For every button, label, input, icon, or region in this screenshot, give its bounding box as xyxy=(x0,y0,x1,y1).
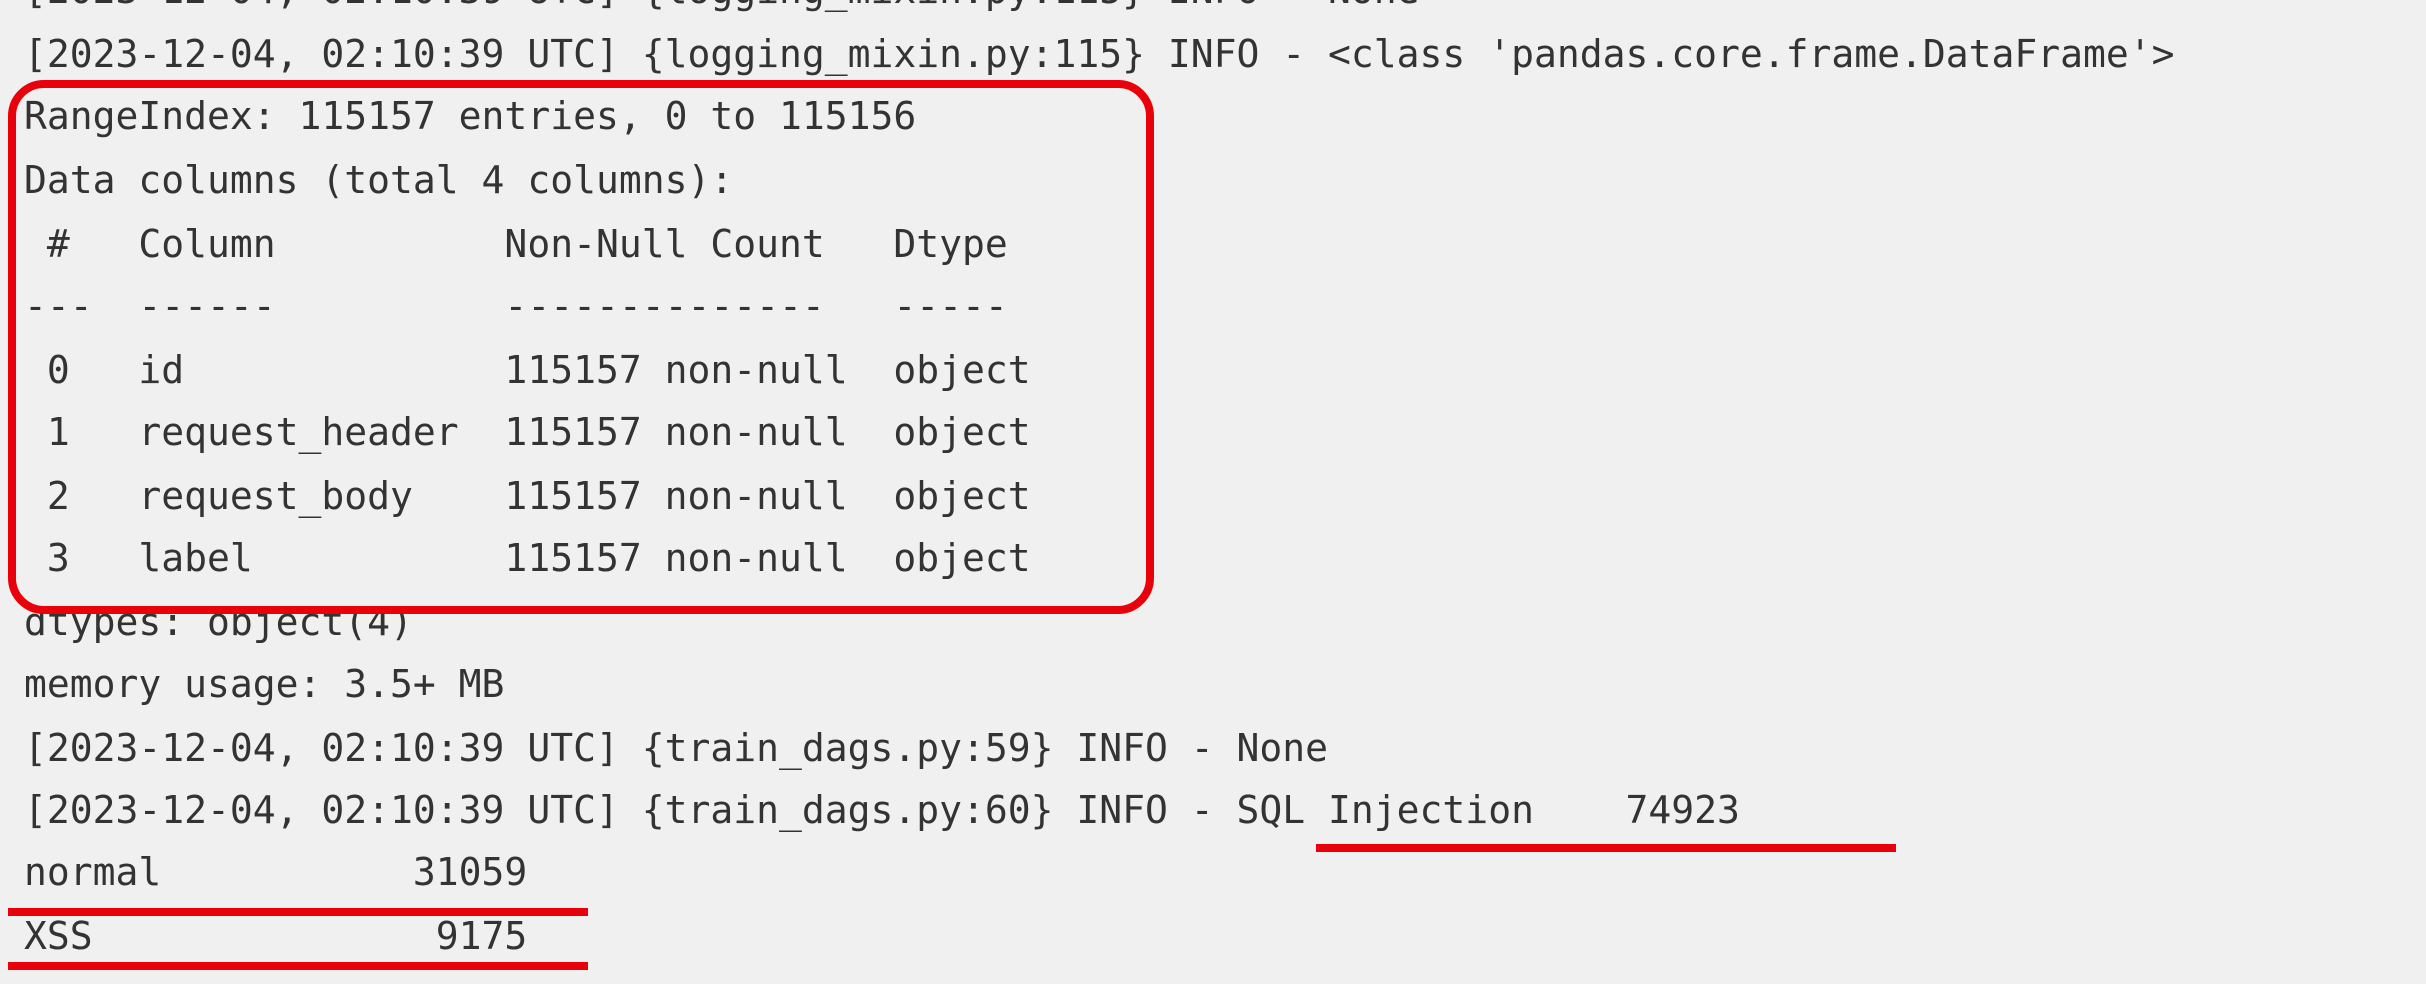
sql-injection-underline xyxy=(1316,844,1896,852)
xss-count-underline xyxy=(8,962,588,970)
normal-count-underline xyxy=(8,908,588,916)
log-output: [2023-12-04, 02:10:39 UTC] {logging_mixi… xyxy=(0,0,2426,984)
log-line: [2023-12-04, 02:10:39 UTC] {train_dags.p… xyxy=(24,726,1329,770)
dataframe-info-highlight-box xyxy=(8,80,1154,614)
log-line: [2023-12-04, 02:10:39 UTC] {train_dags.p… xyxy=(24,788,1740,832)
log-line: [2023-12-04, 02:10:39 UTC] {logging_mixi… xyxy=(24,0,1420,20)
log-line: memory usage: 3.5+ MB xyxy=(24,662,505,706)
log-line: [2023-12-04, 02:10:39 UTC] {logging_mixi… xyxy=(24,32,2175,76)
log-line: normal 31059 xyxy=(24,850,528,894)
